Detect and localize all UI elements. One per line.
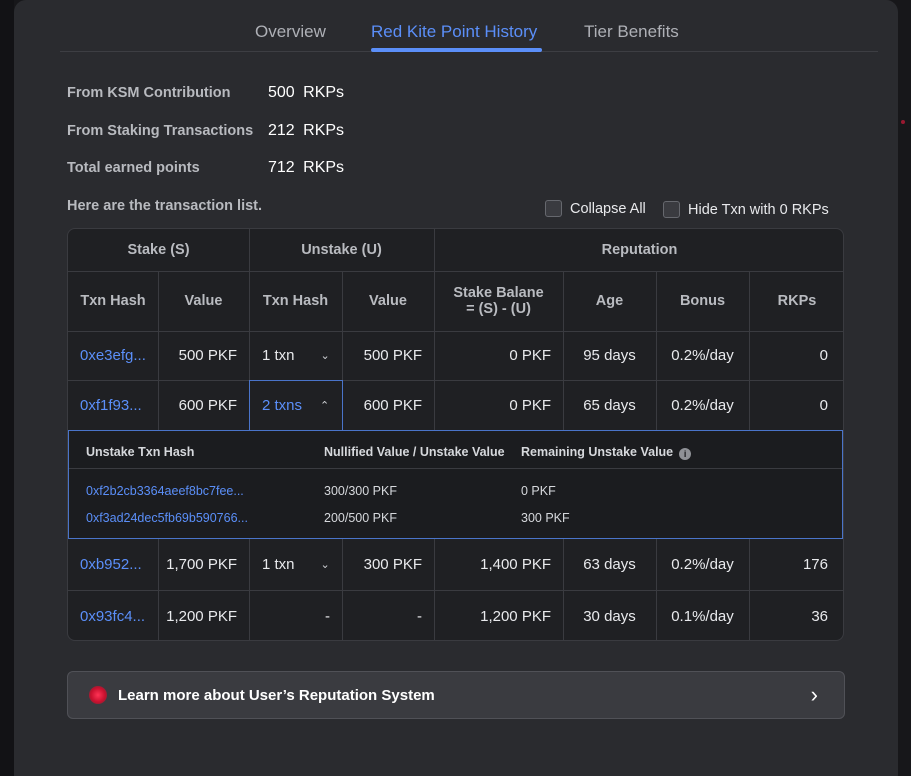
tab-bar: Overview Red Kite Point History Tier Ben… — [60, 0, 878, 52]
unstake-txn-count: 1 txn — [262, 347, 295, 364]
stake-balance: 0 PKF — [509, 396, 551, 414]
chevron-down-icon: ⌄ — [320, 350, 330, 362]
chevron-up-icon: ⌃ — [320, 399, 330, 412]
sub-header-hash: Unstake Txn Hash — [86, 445, 195, 459]
hide-zero-rkps-checkbox[interactable]: Hide Txn with 0 RKPs — [663, 201, 829, 218]
info-icon[interactable]: i — [679, 448, 692, 460]
stake-balance: 1,400 PKF — [480, 556, 551, 573]
age: 30 days — [583, 607, 636, 625]
stake-balance: 0 PKF — [509, 347, 551, 364]
unstake-txn-toggle[interactable]: 1 txn ⌄ — [262, 331, 342, 380]
tab-overview[interactable]: Overview — [255, 22, 326, 42]
unstake-value: 600 PKF — [363, 396, 422, 414]
unstake-txn-toggle[interactable]: 2 txns ⌃ — [262, 380, 342, 430]
bonus: 0.1%/day — [671, 607, 734, 625]
stake-value: 1,700 PKF — [166, 556, 237, 573]
staking-transactions-label: From Staking Transactions — [67, 123, 254, 139]
remaining-value: 300 PKF — [521, 511, 570, 525]
unstake-details-panel: Unstake Txn Hash Nullified Value / Unsta… — [68, 430, 843, 539]
collapse-all-label: Collapse All — [570, 200, 646, 217]
page-margin — [0, 0, 14, 776]
total-earned-label: Total earned points — [67, 160, 200, 176]
rkps: 176 — [802, 556, 828, 573]
stake-value: 1,200 PKF — [166, 607, 237, 625]
bonus: 0.2%/day — [671, 556, 734, 573]
unstake-value: 300 PKF — [363, 556, 422, 573]
age: 95 days — [583, 347, 636, 364]
age: 63 days — [583, 556, 636, 573]
staking-transactions-value: 212 RKPs — [268, 122, 345, 139]
stake-balance: 1,200 PKF — [480, 607, 551, 625]
unstake-txn-count: 1 txn — [262, 556, 295, 573]
chevron-right-icon: › — [810, 682, 818, 707]
bonus: 0.2%/day — [671, 396, 734, 414]
nullified-value: 200/500 PKF — [324, 511, 397, 525]
collapse-all-box[interactable] — [545, 200, 562, 217]
unstake-txn-hash-link[interactable]: 0xf3ad24dec5fb69b590766... — [86, 511, 248, 525]
unstake-txn-hash-link[interactable]: 0xf2b2cb3364aeef8bc7fee... — [86, 484, 244, 498]
group-header-unstake: Unstake (U) — [301, 242, 382, 258]
unstake-value: - — [417, 607, 422, 625]
col-header-bonus: Bonus — [679, 293, 726, 309]
rkps: 0 — [819, 396, 828, 414]
unstake-txn-count: 2 txns — [262, 396, 303, 414]
group-header-reputation: Reputation — [601, 242, 678, 258]
stake-balance-line2: = (S) - (U) — [466, 301, 531, 317]
active-tab-indicator — [371, 48, 542, 52]
col-header-unstake-value: Value — [369, 293, 407, 309]
col-header-unstake-hash: Txn Hash — [262, 293, 329, 309]
tab-tier-benefits[interactable]: Tier Benefits — [584, 22, 679, 42]
red-kite-logo-icon — [89, 686, 107, 704]
bonus: 0.2%/day — [671, 347, 734, 364]
rkps: 0 — [819, 347, 828, 364]
stake-value: 600 PKF — [178, 396, 237, 414]
rkps: 36 — [811, 607, 828, 625]
decorative-dot — [901, 120, 905, 124]
unstake-txn-toggle[interactable]: 1 txn ⌄ — [262, 539, 342, 590]
stake-txn-hash-link[interactable]: 0x93fc4... — [80, 590, 158, 640]
unstake-txn-count: - — [325, 607, 330, 625]
learn-more-reputation-link[interactable]: Learn more about User’s Reputation Syste… — [67, 671, 845, 719]
hide-zero-rkps-label: Hide Txn with 0 RKPs — [688, 201, 829, 218]
sub-header-remaining: Remaining Unstake Value i — [521, 445, 692, 460]
col-header-stake-value: Value — [184, 293, 223, 309]
tab-red-kite-point-history[interactable]: Red Kite Point History — [371, 22, 537, 42]
nullified-value: 300/300 PKF — [324, 484, 397, 498]
stake-value: 500 PKF — [178, 347, 237, 364]
stake-txn-hash-link[interactable]: 0xe3efg... — [80, 331, 158, 380]
ksm-contribution-label: From KSM Contribution — [67, 85, 231, 101]
collapse-all-checkbox[interactable]: Collapse All — [545, 200, 646, 217]
sub-header-nullified: Nullified Value / Unstake Value — [324, 445, 505, 459]
stake-txn-hash-link[interactable]: 0xb952... — [80, 539, 158, 590]
chevron-down-icon: ⌄ — [320, 559, 330, 571]
hide-zero-rkps-box[interactable] — [663, 201, 680, 218]
col-header-stake-hash: Txn Hash — [80, 293, 146, 309]
group-header-stake: Stake (S) — [127, 242, 190, 258]
age: 65 days — [583, 396, 636, 414]
total-earned-value: 712 RKPs — [268, 159, 345, 176]
learn-more-label: Learn more about User’s Reputation Syste… — [118, 687, 435, 704]
remaining-value: 0 PKF — [521, 484, 556, 498]
stake-txn-hash-link[interactable]: 0xf1f93... — [80, 380, 158, 430]
col-header-age: Age — [595, 293, 624, 309]
sub-divider — [69, 468, 842, 469]
col-header-rkps: RKPs — [777, 293, 817, 309]
transactions-table: Stake (S) Unstake (U) Reputation Txn Has… — [67, 228, 844, 641]
stake-balance-line1: Stake Balane — [453, 285, 544, 301]
ksm-contribution-value: 500 RKPs — [268, 84, 345, 101]
transaction-list-intro: Here are the transaction list. — [67, 198, 263, 214]
col-header-stake-balance: Stake Balane = (S) - (U) — [434, 271, 563, 331]
unstake-value: 500 PKF — [363, 347, 422, 364]
